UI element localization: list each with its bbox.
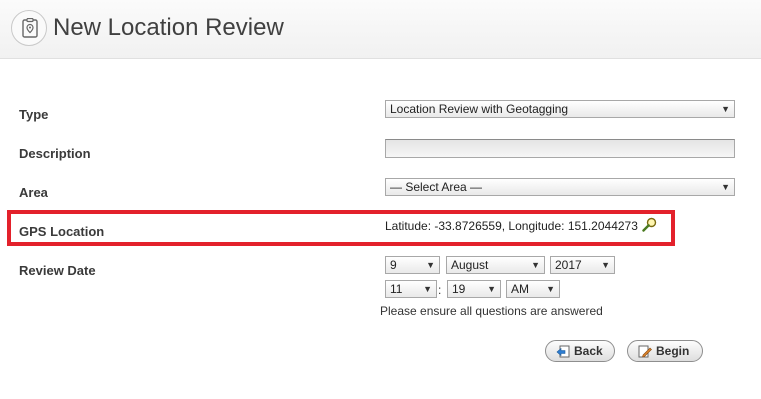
- hour-value: 11: [390, 282, 403, 296]
- minute-value: 19: [452, 282, 466, 296]
- time-separator: :: [438, 283, 442, 297]
- review-date-label: Review Date: [19, 263, 96, 278]
- month-select[interactable]: August ▼: [446, 256, 545, 274]
- gps-coordinates: Latitude: -33.8726559, Longitude: 151.20…: [385, 219, 638, 233]
- back-button-label: Back: [574, 344, 603, 358]
- dropdown-arrow-icon: ▼: [721, 182, 730, 192]
- back-button[interactable]: Back: [545, 340, 615, 362]
- page-header: New Location Review: [0, 0, 761, 59]
- ampm-value: AM: [511, 282, 529, 296]
- area-label: Area: [19, 185, 48, 200]
- begin-button-label: Begin: [656, 344, 690, 358]
- description-label: Description: [19, 146, 91, 161]
- month-value: August: [451, 258, 489, 272]
- year-select[interactable]: 2017 ▼: [550, 256, 615, 274]
- validation-note: Please ensure all questions are answered: [380, 304, 603, 318]
- dropdown-arrow-icon: ▼: [601, 260, 610, 270]
- day-value: 9: [390, 258, 397, 272]
- magnifier-icon[interactable]: [642, 217, 657, 232]
- dropdown-arrow-icon: ▼: [423, 284, 432, 294]
- dropdown-arrow-icon: ▼: [531, 260, 540, 270]
- location-review-icon: [11, 10, 47, 46]
- hour-select[interactable]: 11 ▼: [385, 280, 437, 298]
- type-select-value: Location Review with Geotagging: [390, 102, 569, 116]
- area-select[interactable]: — Select Area — ▼: [385, 178, 735, 196]
- edit-icon: [638, 345, 652, 358]
- area-select-value: — Select Area —: [390, 180, 483, 194]
- dropdown-arrow-icon: ▼: [426, 260, 435, 270]
- description-input[interactable]: [385, 139, 735, 158]
- ampm-select[interactable]: AM ▼: [506, 280, 560, 298]
- dropdown-arrow-icon: ▼: [721, 104, 730, 114]
- type-label: Type: [19, 107, 49, 122]
- minute-select[interactable]: 19 ▼: [447, 280, 501, 298]
- dropdown-arrow-icon: ▼: [546, 284, 555, 294]
- type-select[interactable]: Location Review with Geotagging ▼: [385, 100, 735, 118]
- day-select[interactable]: 9 ▼: [385, 256, 440, 274]
- gps-location-label: GPS Location: [19, 224, 105, 239]
- year-value: 2017: [555, 258, 582, 272]
- begin-button[interactable]: Begin: [627, 340, 703, 362]
- back-icon: [556, 345, 570, 358]
- dropdown-arrow-icon: ▼: [487, 284, 496, 294]
- page-title: New Location Review: [53, 14, 284, 41]
